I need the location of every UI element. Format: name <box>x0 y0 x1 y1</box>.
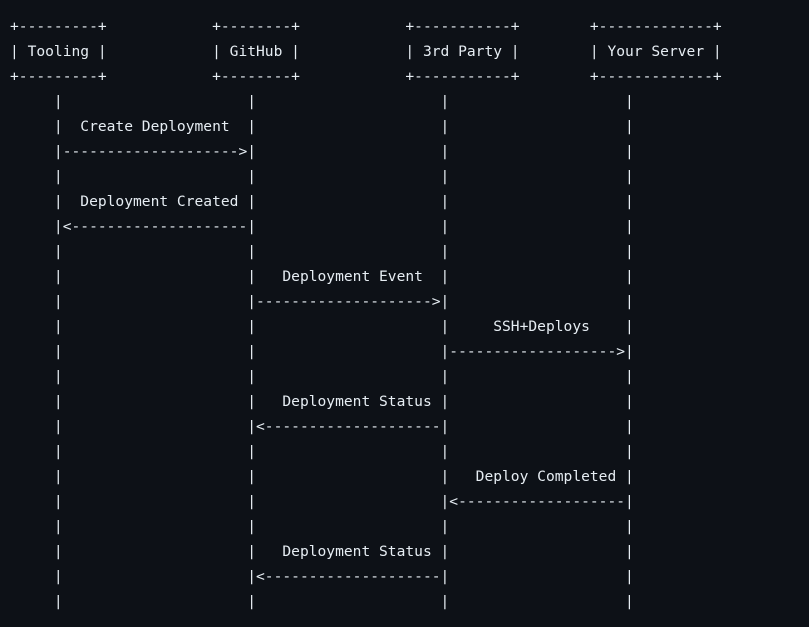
message-label-create-deployment: | Create Deployment | | | <box>10 118 634 135</box>
arrow-server-to-3rd-party: | | |<-------------------| <box>10 493 634 510</box>
arrow-3rd-party-to-server: | | |------------------->| <box>10 343 634 360</box>
message-label-deploy-completed: | | | Deploy Completed | <box>10 468 634 485</box>
diagram-participant-headers: | Tooling | | GitHub | | 3rd Party | | Y… <box>10 43 722 60</box>
sequence-diagram: +---------+ +--------+ +-----------+ +--… <box>10 14 722 614</box>
message-label-deployment-event: | | Deployment Event | | <box>10 268 634 285</box>
diagram-lifelines: | | | | <box>10 368 634 385</box>
arrow-github-to-3rd-party: | |-------------------->| | <box>10 293 634 310</box>
diagram-lifelines: | | | | <box>10 243 634 260</box>
message-label-deployment-status: | | Deployment Status | | <box>10 543 634 560</box>
message-label-deployment-status: | | Deployment Status | | <box>10 393 634 410</box>
message-label-ssh-deploys: | | | SSH+Deploys | <box>10 318 634 335</box>
diagram-lifelines: | | | | <box>10 168 634 185</box>
diagram-lifelines: | | | | <box>10 518 634 535</box>
diagram-box-top-border: +---------+ +--------+ +-----------+ +--… <box>10 18 722 35</box>
diagram-lifelines: | | | | <box>10 593 634 610</box>
arrow-tooling-to-github: |-------------------->| | | <box>10 143 634 160</box>
message-label-deployment-created: | Deployment Created | | | <box>10 193 634 210</box>
diagram-box-bottom-border: +---------+ +--------+ +-----------+ +--… <box>10 68 722 85</box>
arrow-3rd-party-to-github: | |<--------------------| | <box>10 418 634 435</box>
arrow-3rd-party-to-github: | |<--------------------| | <box>10 568 634 585</box>
diagram-lifelines: | | | | <box>10 443 634 460</box>
diagram-lifelines: | | | | <box>10 93 634 110</box>
arrow-github-to-tooling: |<--------------------| | | <box>10 218 634 235</box>
